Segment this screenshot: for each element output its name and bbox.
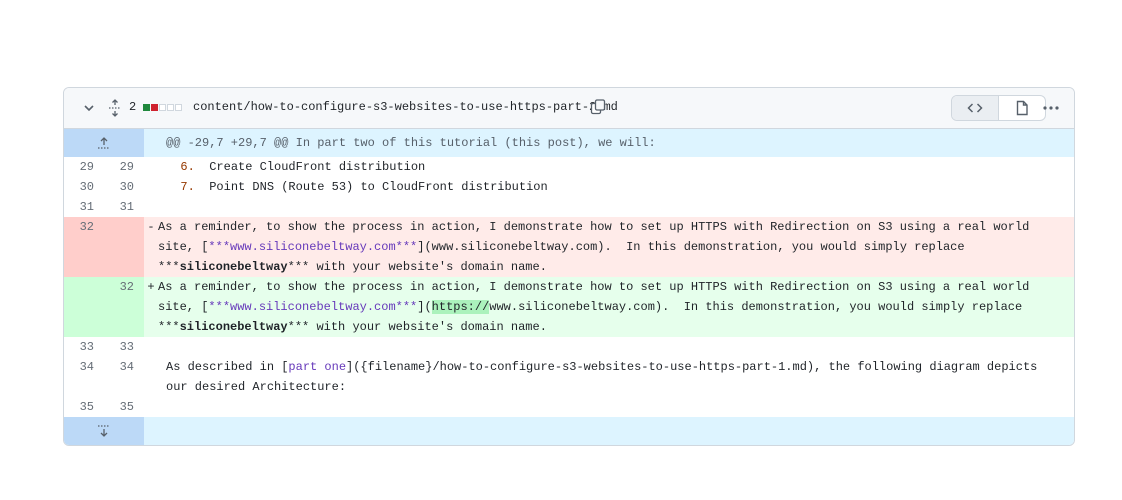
- line-code: [144, 337, 1074, 357]
- new-line-number[interactable]: 33: [104, 337, 144, 357]
- new-line-number[interactable]: 34: [104, 357, 144, 397]
- diff-line-context: 34 34 As described in [part one]({filena…: [64, 357, 1074, 397]
- new-line-number[interactable]: 30: [104, 177, 144, 197]
- new-line-number[interactable]: 31: [104, 197, 144, 217]
- line-code: 6. Create CloudFront distribution: [144, 157, 1074, 177]
- hunk-header-text: @@ -29,7 +29,7 @@ In part two of this tu…: [166, 136, 656, 150]
- line-code: 7. Point DNS (Route 53) to CloudFront di…: [144, 177, 1074, 197]
- old-line-number[interactable]: 29: [64, 157, 104, 177]
- file-header: 2 content/how-to-configure-s3-websites-t…: [64, 88, 1074, 129]
- diffstat-add-block: [143, 104, 150, 111]
- code-icon: [967, 103, 983, 113]
- line-text: As described in [: [166, 360, 289, 374]
- diff-line-addition: 32 + As a reminder, to show the process …: [64, 277, 1074, 337]
- list-marker: 7.: [180, 180, 195, 194]
- source-diff-button[interactable]: [952, 96, 999, 120]
- new-line-number[interactable]: 29: [104, 157, 144, 177]
- new-line-number[interactable]: 35: [104, 397, 144, 417]
- old-line-number[interactable]: 33: [64, 337, 104, 357]
- line-text: ***: [158, 260, 180, 274]
- hunk-expander-space: [144, 417, 1074, 445]
- diff-line-deletion: 32 - As a reminder, to show the process …: [64, 217, 1074, 277]
- bold-text: siliconebeltway: [179, 320, 288, 334]
- diff-line-context: 29 29 6. Create CloudFront distribution: [64, 157, 1074, 177]
- hunk-expander-row: [64, 417, 1074, 445]
- collapse-chevron-icon[interactable]: [82, 101, 96, 115]
- line-text: with your website's domain name.: [309, 260, 547, 274]
- line-code: [144, 197, 1074, 217]
- expand-up-icon: [98, 137, 110, 149]
- list-marker: 6.: [180, 160, 195, 174]
- view-toggle-group: [951, 95, 1046, 121]
- line-text: ](: [417, 300, 432, 314]
- line-text: Create CloudFront distribution: [209, 160, 426, 174]
- line-text: ***: [287, 260, 310, 274]
- expand-down-icon: [98, 425, 110, 437]
- new-line-number[interactable]: 32: [104, 277, 144, 337]
- markdown-link-text: part one: [288, 360, 347, 374]
- word-diff-highlight: https://: [431, 300, 490, 314]
- line-text: www.siliconebeltway.com). In this demons…: [489, 300, 1030, 314]
- diffstat-neutral-block: [159, 104, 166, 111]
- old-line-number[interactable]: 31: [64, 197, 104, 217]
- expand-down-button[interactable]: [64, 417, 144, 445]
- line-text: ](www.siliconebeltway.com). In this demo…: [417, 240, 972, 254]
- diffstat: [143, 104, 182, 111]
- diff-line-context: 31 31: [64, 197, 1074, 217]
- rich-diff-button[interactable]: [999, 96, 1045, 120]
- hunk-header-row: @@ -29,7 +29,7 @@ In part two of this tu…: [64, 129, 1074, 157]
- line-code: [144, 397, 1074, 417]
- diffstat-neutral-block: [175, 104, 182, 111]
- line-text: ***: [158, 320, 180, 334]
- copy-icon[interactable]: [590, 99, 606, 115]
- line-text: with your website's domain name.: [309, 320, 547, 334]
- bold-text: siliconebeltway: [179, 260, 288, 274]
- line-text: Point DNS (Route 53) to CloudFront distr…: [209, 180, 548, 194]
- file-path-link[interactable]: content/how-to-configure-s3-websites-to-…: [193, 100, 618, 114]
- markdown-link-text: ***www.siliconebeltway.com***: [208, 300, 418, 314]
- new-line-number-empty: [104, 217, 144, 277]
- file-icon: [1016, 100, 1028, 116]
- diff-line-context: 35 35: [64, 397, 1074, 417]
- diff-file: 2 content/how-to-configure-s3-websites-t…: [63, 87, 1075, 446]
- kebab-menu-icon[interactable]: [1041, 100, 1061, 116]
- line-code: As a reminder, to show the process in ac…: [158, 277, 1074, 337]
- changes-count: 2: [129, 100, 137, 114]
- old-line-number-empty: [64, 277, 104, 337]
- diffstat-neutral-block: [167, 104, 174, 111]
- old-line-number[interactable]: 30: [64, 177, 104, 197]
- expand-up-button[interactable]: [64, 129, 144, 157]
- old-line-number[interactable]: 32: [64, 217, 104, 277]
- diff-line-context: 30 30 7. Point DNS (Route 53) to CloudFr…: [64, 177, 1074, 197]
- markdown-link-text: ***www.siliconebeltway.com***: [208, 240, 418, 254]
- line-code: As described in [part one]({filename}/ho…: [144, 357, 1074, 397]
- old-line-number[interactable]: 35: [64, 397, 104, 417]
- old-line-number[interactable]: 34: [64, 357, 104, 397]
- diffstat-delete-block: [151, 104, 158, 111]
- diff-line-context: 33 33: [64, 337, 1074, 357]
- expand-all-icon[interactable]: [108, 99, 122, 117]
- line-text: ***: [287, 320, 310, 334]
- addition-sign: +: [147, 280, 155, 294]
- line-code: As a reminder, to show the process in ac…: [158, 217, 1074, 277]
- deletion-sign: -: [147, 220, 155, 234]
